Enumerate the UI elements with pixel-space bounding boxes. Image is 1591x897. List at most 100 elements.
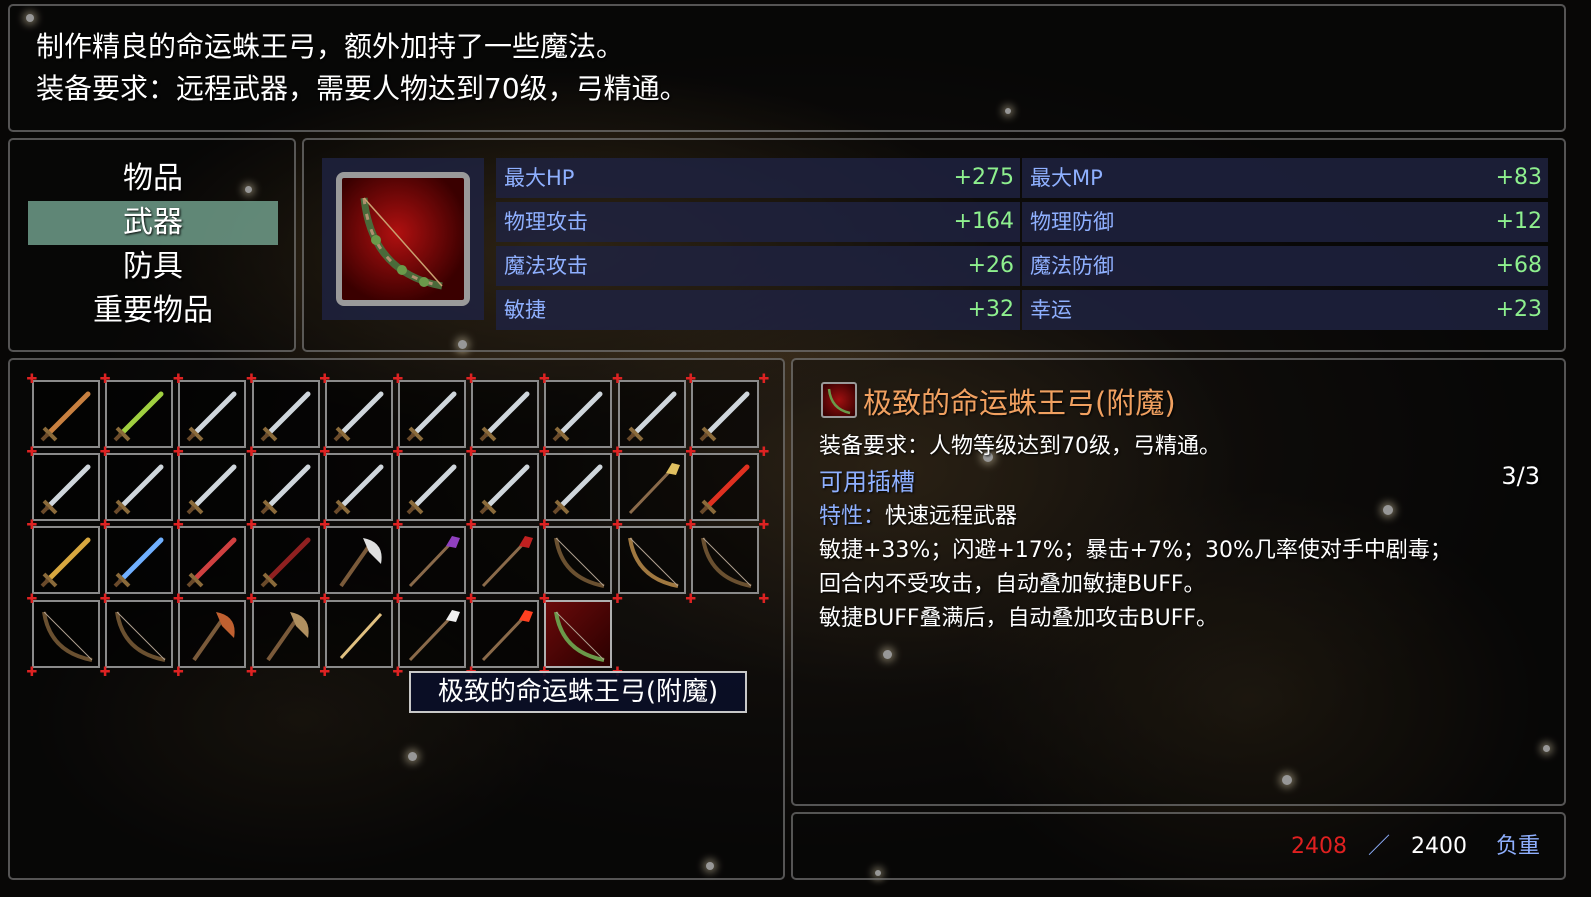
item-slot[interactable] — [690, 453, 759, 522]
item-slot[interactable] — [617, 526, 686, 595]
grid-corner-ornament: ✚ — [612, 372, 624, 387]
steel-sword-icon — [260, 391, 311, 442]
item-slot[interactable] — [398, 453, 466, 522]
gold-spear-icon — [628, 463, 680, 515]
category-item-armor[interactable]: 防具 — [28, 245, 278, 289]
weight-current: 2408 — [1290, 834, 1347, 859]
white-spear-icon — [408, 609, 460, 661]
stat-label: 敏捷 — [504, 298, 546, 322]
item-slot[interactable] — [617, 380, 686, 448]
item-slot[interactable] — [32, 526, 100, 595]
gold-sword-icon — [40, 537, 91, 588]
stat-value: +275 — [953, 165, 1014, 190]
wood-bow-icon — [627, 538, 678, 589]
item-slot[interactable] — [251, 599, 320, 668]
steel-sword-icon — [186, 464, 237, 515]
grid-corner-ornament: ✚ — [246, 591, 258, 607]
item-slot[interactable] — [251, 380, 320, 448]
item-slot[interactable] — [690, 380, 759, 448]
item-slot[interactable] — [471, 599, 540, 668]
steel-sword-icon — [40, 464, 91, 515]
item-slot[interactable] — [617, 453, 686, 522]
item-slot[interactable] — [398, 380, 466, 448]
grid-corner-ornament: ✚ — [172, 664, 184, 680]
category-item-weapons[interactable]: 武器 — [28, 201, 278, 245]
item-slot[interactable] — [105, 380, 174, 448]
category-item-key-items[interactable]: 重要物品 — [28, 289, 278, 333]
trait-value: 快速远程武器 — [885, 504, 1018, 529]
item-slot[interactable] — [324, 526, 393, 595]
spider-bow-large-icon — [360, 197, 443, 290]
item-slot[interactable] — [178, 380, 247, 448]
item-slot[interactable] — [251, 453, 320, 522]
item-slot[interactable] — [105, 453, 174, 522]
item-slot[interactable] — [471, 380, 540, 448]
slots-label: 可用插槽 — [819, 468, 915, 496]
weight-max: 2400 — [1410, 834, 1467, 859]
stat-value: +68 — [1495, 253, 1542, 278]
item-slot[interactable] — [178, 599, 247, 668]
grid-corner-ornament: ✚ — [465, 372, 477, 387]
steel-sword-icon — [260, 464, 311, 515]
steel-sword-icon — [333, 391, 384, 442]
grid-corner-ornament: ✚ — [465, 445, 477, 461]
red-sword-icon — [699, 464, 750, 515]
trait-label: 特性： — [819, 504, 886, 529]
item-detail-icon — [821, 382, 857, 418]
steel-sword-icon — [113, 464, 164, 515]
item-slot[interactable] — [324, 453, 393, 522]
stat-label: 魔法攻击 — [504, 254, 588, 278]
green-sword-icon — [113, 391, 164, 442]
stats-window: 最大HP +275 最大MP +83 物理攻击 +164 物理防御 +12 魔法… — [302, 138, 1566, 352]
item-slot[interactable] — [324, 380, 393, 448]
item-preview-image — [336, 172, 470, 306]
item-slot[interactable] — [398, 599, 466, 668]
item-slot[interactable] — [178, 526, 247, 595]
stat-label: 幸运 — [1030, 298, 1072, 322]
item-slot[interactable] — [471, 453, 540, 522]
stat-label: 魔法防御 — [1030, 254, 1114, 278]
stat-row-phys-def: 物理防御 +12 — [1022, 202, 1548, 242]
item-slot[interactable] — [32, 453, 100, 522]
stat-row-luck: 幸运 +23 — [1022, 290, 1548, 330]
stat-row-max-hp: 最大HP +275 — [496, 158, 1020, 198]
category-item-items[interactable]: 物品 — [28, 157, 278, 201]
help-line-1: 制作精良的命运蛛王弓，额外加持了一些魔法。 — [36, 30, 625, 63]
steel-sword-icon — [626, 391, 677, 442]
item-slot[interactable] — [32, 380, 100, 448]
steel-sword-icon — [479, 464, 530, 515]
red-green-sword-icon — [186, 537, 237, 588]
grid-corner-ornament: ✚ — [319, 664, 331, 680]
grid-corner-ornament: ✚ — [172, 518, 184, 534]
item-slot[interactable] — [251, 526, 320, 595]
steel-sword-icon — [699, 391, 750, 442]
bronze-sword-icon — [40, 391, 91, 442]
item-slot[interactable] — [398, 526, 466, 595]
grid-corner-ornament: ✚ — [612, 518, 624, 534]
item-slot[interactable] — [105, 599, 174, 668]
grid-corner-ornament: ✚ — [465, 591, 477, 607]
item-slot[interactable] — [544, 599, 613, 668]
stat-row-agility: 敏捷 +32 — [496, 290, 1020, 330]
item-slot[interactable] — [105, 526, 174, 595]
slots-value: 3/3 — [1501, 462, 1540, 490]
stat-value: +23 — [1495, 297, 1542, 322]
grid-corner-ornament: ✚ — [685, 518, 697, 534]
item-slot[interactable] — [544, 380, 613, 448]
item-slot[interactable] — [32, 599, 100, 668]
steel-sword-icon — [186, 391, 237, 442]
grid-corner-ornament: ✚ — [319, 591, 331, 607]
weight-label: 负重 — [1495, 834, 1540, 859]
item-slot[interactable] — [178, 453, 247, 522]
dark-bow-icon — [115, 611, 166, 662]
item-slot[interactable] — [544, 453, 613, 522]
copper-axe-icon — [192, 611, 236, 661]
item-slot[interactable] — [544, 526, 613, 595]
item-slot[interactable] — [324, 599, 393, 668]
item-slot[interactable] — [690, 526, 759, 595]
item-slot[interactable] — [471, 526, 540, 595]
purple-spear-icon — [408, 536, 460, 588]
weight-window: 2408 ／ 2400 负重 — [791, 812, 1566, 880]
grid-corner-ornament: ✚ — [392, 664, 404, 680]
silver-axe-icon — [339, 538, 382, 588]
